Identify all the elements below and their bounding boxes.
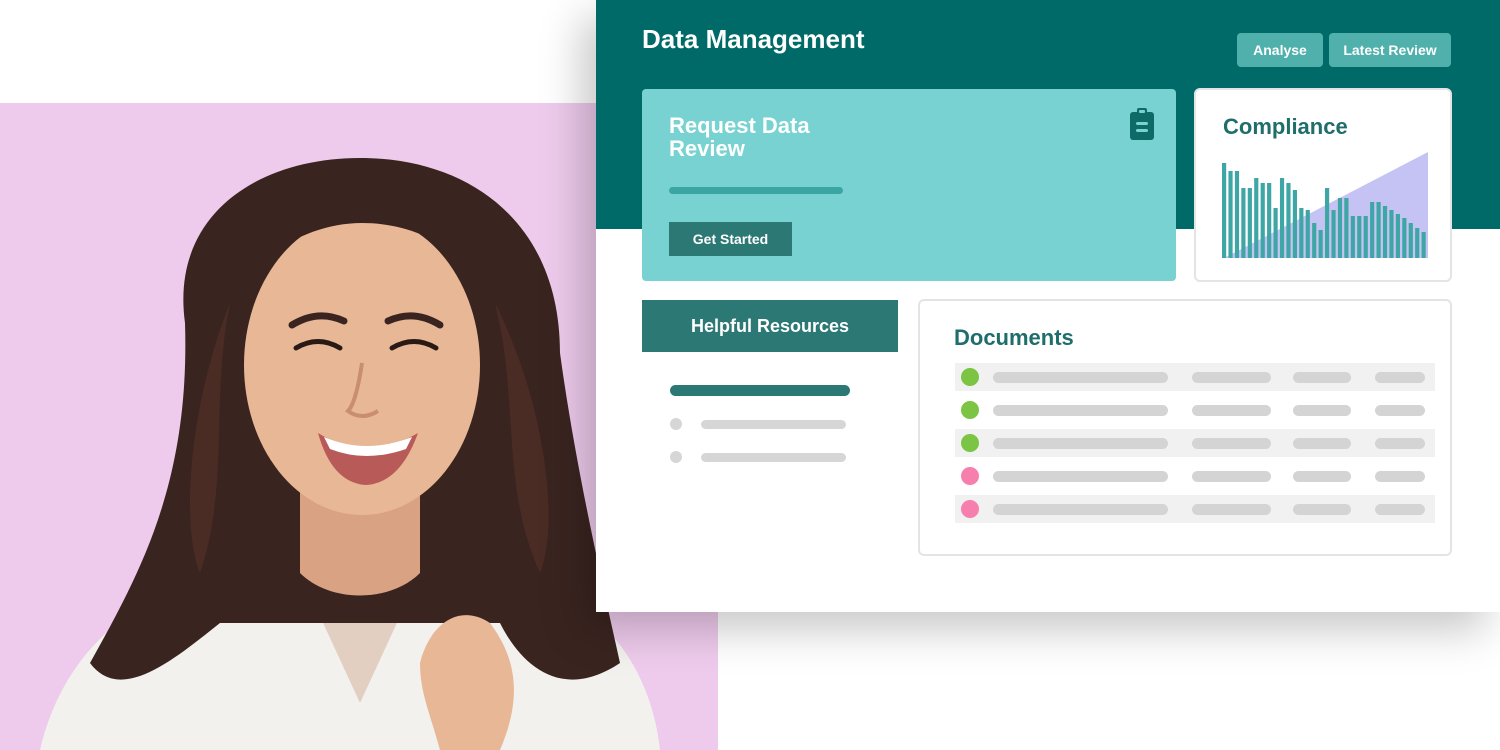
analyse-button[interactable]: Analyse — [1237, 33, 1323, 67]
latest-review-button[interactable]: Latest Review — [1329, 33, 1451, 67]
status-dot-icon — [961, 467, 979, 485]
compliance-bar — [1395, 214, 1400, 258]
compliance-bar — [1318, 230, 1323, 258]
compliance-bar — [1260, 183, 1265, 258]
compliance-bar — [1363, 216, 1368, 258]
status-dot-icon — [961, 500, 979, 518]
bullet-icon — [670, 451, 682, 463]
document-row[interactable] — [955, 396, 1435, 424]
get-started-button[interactable]: Get Started — [669, 222, 792, 256]
compliance-bar — [1344, 198, 1349, 258]
clipboard-icon — [1130, 108, 1154, 140]
page-title: Data Management — [642, 24, 865, 54]
compliance-title: Compliance — [1223, 114, 1348, 139]
document-placeholder-bar — [1293, 504, 1351, 515]
compliance-bar — [1357, 216, 1362, 258]
compliance-bar — [1234, 171, 1240, 258]
compliance-bar — [1376, 202, 1381, 258]
compliance-bar — [1254, 178, 1259, 258]
document-placeholder-bar — [993, 438, 1168, 449]
document-placeholder-bar — [1293, 372, 1351, 383]
compliance-bar — [1382, 206, 1388, 258]
status-dot-icon — [961, 434, 979, 452]
compliance-bar — [1228, 171, 1233, 258]
resource-placeholder-line — [701, 453, 846, 462]
document-placeholder-bar — [1375, 405, 1425, 416]
compliance-card: Compliance — [1194, 88, 1452, 282]
document-placeholder-bar — [1192, 471, 1271, 482]
compliance-bar — [1286, 183, 1291, 258]
document-row[interactable] — [955, 462, 1435, 490]
document-placeholder-bar — [1375, 471, 1425, 482]
document-placeholder-bar — [1192, 405, 1271, 416]
document-placeholder-bar — [1375, 504, 1425, 515]
compliance-bar — [1325, 188, 1330, 258]
resource-item[interactable] — [670, 451, 846, 463]
document-row[interactable] — [955, 495, 1435, 523]
compliance-bar — [1337, 198, 1343, 258]
document-placeholder-bar — [993, 504, 1168, 515]
compliance-bar — [1267, 183, 1272, 258]
status-dot-icon — [961, 368, 979, 386]
compliance-bar — [1292, 190, 1297, 258]
compliance-bar — [1408, 223, 1413, 258]
bullet-icon — [670, 418, 682, 430]
compliance-bar — [1312, 223, 1317, 258]
request-review-title: Request Data Review — [669, 113, 810, 161]
document-placeholder-bar — [1293, 438, 1351, 449]
compliance-chart — [1222, 152, 1428, 258]
compliance-bar — [1421, 232, 1426, 258]
resources-placeholder-bar — [670, 385, 850, 396]
document-placeholder-bar — [993, 471, 1168, 482]
document-placeholder-bar — [1192, 504, 1271, 515]
compliance-bar — [1389, 210, 1394, 258]
compliance-bar — [1402, 218, 1407, 258]
compliance-bar — [1331, 210, 1336, 258]
documents-card: Documents — [918, 299, 1452, 556]
resource-placeholder-line — [701, 420, 846, 429]
helpful-resources-header[interactable]: Helpful Resources — [642, 300, 898, 352]
compliance-bar — [1305, 210, 1310, 258]
document-placeholder-bar — [1192, 438, 1271, 449]
resource-item[interactable] — [670, 418, 846, 430]
compliance-bar — [1370, 202, 1375, 258]
compliance-bar — [1279, 178, 1285, 258]
document-placeholder-bar — [1375, 372, 1425, 383]
compliance-bar — [1273, 208, 1278, 258]
document-placeholder-bar — [1293, 405, 1351, 416]
request-review-placeholder-bar — [669, 187, 843, 194]
document-placeholder-bar — [993, 405, 1168, 416]
compliance-bar — [1415, 228, 1420, 258]
document-row[interactable] — [955, 363, 1435, 391]
document-row[interactable] — [955, 429, 1435, 457]
document-placeholder-bar — [1293, 471, 1351, 482]
document-placeholder-bar — [1375, 438, 1425, 449]
compliance-bar — [1247, 188, 1252, 258]
compliance-bar — [1299, 208, 1304, 258]
compliance-bar — [1222, 163, 1227, 258]
request-review-card: Request Data Review Get Started — [642, 89, 1176, 281]
status-dot-icon — [961, 401, 979, 419]
document-placeholder-bar — [1192, 372, 1271, 383]
app-window: Data Management Analyse Latest Review Re… — [596, 0, 1500, 612]
compliance-bar — [1350, 216, 1355, 258]
document-placeholder-bar — [993, 372, 1168, 383]
compliance-bar — [1241, 188, 1246, 258]
documents-title: Documents — [954, 325, 1074, 350]
